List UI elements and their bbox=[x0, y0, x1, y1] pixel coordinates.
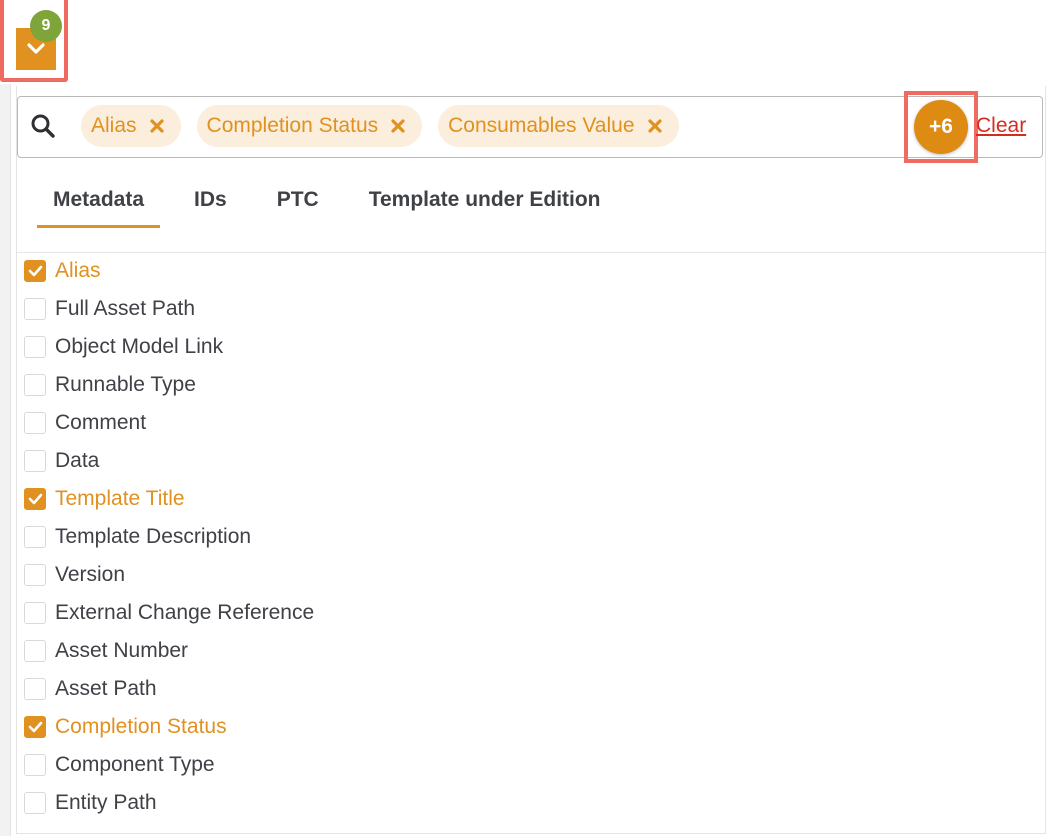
more-chips-badge[interactable]: +6 bbox=[914, 100, 968, 154]
field-item-label: Component Type bbox=[55, 753, 215, 776]
search-icon bbox=[31, 114, 55, 138]
tab-ids[interactable]: IDs bbox=[178, 184, 243, 228]
field-item-data[interactable]: Data bbox=[24, 442, 314, 480]
field-checkbox[interactable] bbox=[24, 298, 46, 320]
chevron-down-icon bbox=[27, 43, 45, 54]
chip-consumables-value: Consumables Value bbox=[438, 105, 679, 147]
field-item-external-change-reference[interactable]: External Change Reference bbox=[24, 594, 314, 632]
field-item-label: External Change Reference bbox=[55, 601, 315, 624]
field-item-version[interactable]: Version bbox=[24, 556, 314, 594]
chip-label: Consumables Value bbox=[448, 114, 635, 137]
field-item-template-description[interactable]: Template Description bbox=[24, 518, 314, 556]
field-item-component-type[interactable]: Component Type bbox=[24, 746, 314, 784]
field-checkbox[interactable] bbox=[24, 602, 46, 624]
field-checkbox[interactable] bbox=[24, 450, 46, 472]
field-checkbox[interactable] bbox=[24, 564, 46, 586]
tab-ptc[interactable]: PTC bbox=[261, 184, 335, 228]
toggle-highlight: 9 bbox=[0, 0, 68, 82]
field-checkbox[interactable] bbox=[24, 412, 46, 434]
field-checkbox[interactable] bbox=[24, 716, 46, 738]
field-item-label: Comment bbox=[55, 411, 147, 434]
field-item-label: Template Title bbox=[55, 487, 185, 510]
field-checkbox[interactable] bbox=[24, 336, 46, 358]
check-icon bbox=[28, 721, 42, 733]
field-checkbox[interactable] bbox=[24, 754, 46, 776]
field-item-label: Data bbox=[55, 449, 100, 472]
check-icon bbox=[28, 265, 42, 277]
field-item-alias[interactable]: Alias bbox=[24, 252, 314, 290]
background-strip bbox=[0, 84, 11, 836]
column-picker-panel: Alias Completion Status Consumables Value … bbox=[16, 86, 1046, 834]
field-item-label: Alias bbox=[55, 259, 101, 282]
field-checkbox[interactable] bbox=[24, 488, 46, 510]
tab-template-under-edition[interactable]: Template under Edition bbox=[353, 184, 617, 228]
field-checkbox[interactable] bbox=[24, 260, 46, 282]
tab-bar: Metadata IDs PTC Template under Edition bbox=[37, 184, 635, 228]
chip-label: Completion Status bbox=[206, 114, 379, 137]
field-item-entity-path[interactable]: Entity Path bbox=[24, 784, 314, 822]
selected-count-badge: 9 bbox=[30, 10, 62, 42]
field-item-full-asset-path[interactable]: Full Asset Path bbox=[24, 290, 314, 328]
field-item-template-title[interactable]: Template Title bbox=[24, 480, 314, 518]
close-icon[interactable] bbox=[147, 116, 167, 136]
close-icon[interactable] bbox=[645, 116, 665, 136]
clear-link[interactable]: Clear bbox=[976, 114, 1026, 138]
chip-label: Alias bbox=[91, 114, 137, 137]
check-icon bbox=[28, 493, 42, 505]
field-item-object-model-link[interactable]: Object Model Link bbox=[24, 328, 314, 366]
selected-chips: Alias Completion Status Consumables Value bbox=[81, 105, 679, 147]
search-bar[interactable]: Alias Completion Status Consumables Value … bbox=[17, 91, 1043, 163]
close-icon[interactable] bbox=[388, 116, 408, 136]
field-checkbox[interactable] bbox=[24, 678, 46, 700]
field-item-label: Runnable Type bbox=[55, 373, 196, 396]
field-checkbox[interactable] bbox=[24, 792, 46, 814]
chip-alias: Alias bbox=[81, 105, 181, 147]
field-item-label: Asset Path bbox=[55, 677, 157, 700]
field-checkbox[interactable] bbox=[24, 374, 46, 396]
field-checkbox[interactable] bbox=[24, 640, 46, 662]
field-item-asset-path[interactable]: Asset Path bbox=[24, 670, 314, 708]
tab-metadata[interactable]: Metadata bbox=[37, 184, 161, 228]
field-item-label: Version bbox=[55, 563, 126, 586]
chip-completion-status: Completion Status bbox=[196, 105, 423, 147]
field-checkbox[interactable] bbox=[24, 526, 46, 548]
field-item-label: Asset Number bbox=[55, 639, 189, 662]
field-item-comment[interactable]: Comment bbox=[24, 404, 314, 442]
field-item-completion-status[interactable]: Completion Status bbox=[24, 708, 314, 746]
field-item-asset-number[interactable]: Asset Number bbox=[24, 632, 314, 670]
more-highlight: +6 bbox=[904, 91, 978, 163]
field-item-label: Completion Status bbox=[55, 715, 227, 738]
field-item-runnable-type[interactable]: Runnable Type bbox=[24, 366, 314, 404]
field-item-label: Entity Path bbox=[55, 791, 157, 814]
field-item-label: Object Model Link bbox=[55, 335, 224, 358]
field-list: Alias Full Asset Path Object Model Link Run… bbox=[24, 252, 314, 822]
field-item-label: Full Asset Path bbox=[55, 297, 196, 320]
field-item-label: Template Description bbox=[55, 525, 252, 548]
